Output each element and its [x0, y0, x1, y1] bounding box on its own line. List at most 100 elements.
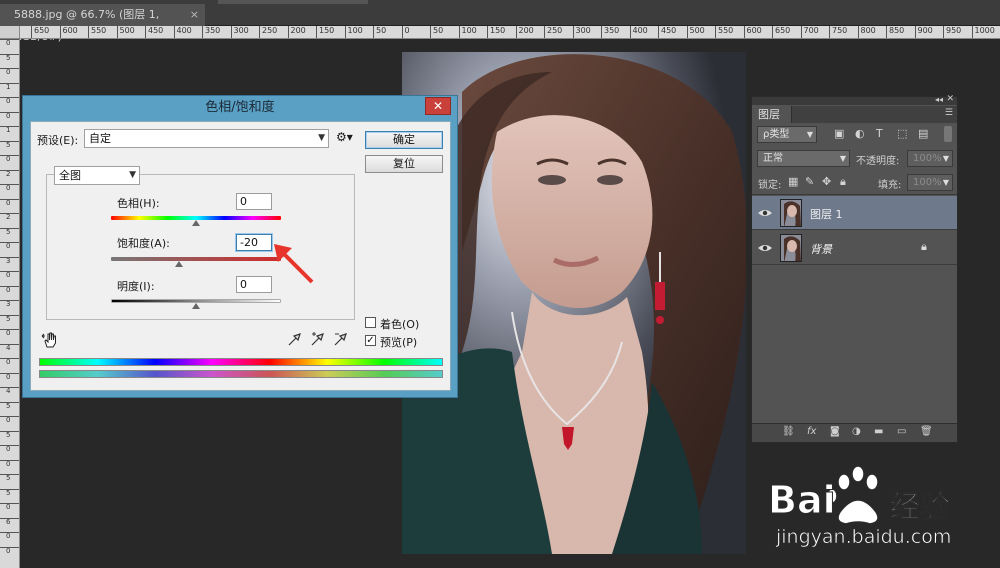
- document-tab-bar: 5888.jpg @ 66.7% (图层 1, RGB/8#) * ×: [0, 0, 1000, 43]
- close-icon[interactable]: ✕: [946, 94, 954, 104]
- blend-mode-select[interactable]: 正常 ▼: [757, 150, 850, 167]
- lock-image-icon[interactable]: ✎: [805, 175, 814, 188]
- ruler-tick-label: 50: [430, 26, 443, 38]
- horizontal-ruler[interactable]: 650 600 550 500 450 400 350 300 250 200 150 100 50 0 5…: [20, 26, 1000, 39]
- hue-input[interactable]: 0: [236, 193, 272, 210]
- ruler-tick-label: 4: [0, 387, 19, 395]
- ruler-tick-label: 100: [458, 26, 477, 38]
- ruler-tick-label: 200: [515, 26, 534, 38]
- filter-pixel-icon[interactable]: ▣: [834, 127, 844, 140]
- ruler-tick-label: 0: [0, 198, 19, 207]
- opacity-value: 100%: [913, 153, 942, 164]
- layer-row-layer-1[interactable]: 图层 1: [752, 196, 957, 230]
- layer-name[interactable]: 图层 1: [810, 206, 843, 222]
- chevron-down-icon: ▼: [129, 170, 136, 180]
- preview-label: 预览(P): [380, 336, 418, 349]
- ruler-tick-label: 0: [0, 155, 19, 163]
- saturation-input[interactable]: -20: [236, 234, 272, 251]
- layer-name[interactable]: 背景: [810, 241, 832, 257]
- ruler-tick-label: 3: [0, 300, 19, 308]
- filter-shape-icon[interactable]: ⬚: [897, 127, 907, 140]
- targeted-adjustment-hand-icon[interactable]: [41, 330, 61, 350]
- adjustment-layer-icon[interactable]: ◑: [852, 426, 861, 437]
- channel-select[interactable]: 全图 ▼: [54, 166, 140, 185]
- eyedropper-minus-icon[interactable]: [333, 331, 349, 347]
- preset-label: 预设(E):: [37, 134, 79, 147]
- visibility-eye-icon[interactable]: [757, 205, 773, 221]
- layer-thumbnail: [780, 234, 802, 262]
- ruler-tick-label: 0: [0, 445, 19, 453]
- ruler-tick-label: 600: [743, 26, 762, 38]
- preview-checkbox[interactable]: ✓: [365, 335, 376, 346]
- ruler-corner: [0, 26, 20, 39]
- hue-slider-thumb[interactable]: [192, 220, 200, 226]
- ruler-tick-label: 5: [0, 430, 19, 439]
- lightness-input[interactable]: 0: [236, 276, 272, 293]
- ruler-tick-label: 550: [88, 26, 106, 38]
- ruler-tick-label: 4: [0, 343, 19, 352]
- channel-value: 全图: [59, 169, 81, 182]
- lock-position-icon[interactable]: ✥: [822, 175, 831, 188]
- ruler-tick-label: 0: [0, 39, 19, 47]
- ruler-tick-label: 0: [0, 97, 19, 105]
- filter-toggle[interactable]: [944, 126, 952, 142]
- ruler-tick-label: 1: [0, 126, 19, 134]
- new-group-folder-icon[interactable]: ▬: [874, 426, 883, 437]
- dialog-body: 预设(E): 自定 ▼ ⚙▾ 确定 复位 全图 ▼ 色相(H): 0 饱和度(A…: [30, 121, 451, 391]
- visibility-eye-icon[interactable]: [757, 240, 773, 256]
- add-mask-icon[interactable]: ◙: [830, 426, 840, 437]
- lightness-slider-thumb[interactable]: [192, 303, 200, 309]
- eyedropper-plus-icon[interactable]: [310, 331, 326, 347]
- fill-value: 100%: [913, 177, 942, 188]
- filter-type-icon[interactable]: T: [876, 127, 883, 140]
- filter-smart-object-icon[interactable]: ▤: [918, 127, 928, 140]
- document-tab[interactable]: 5888.jpg @ 66.7% (图层 1, RGB/8#) * ×: [0, 4, 205, 43]
- reset-button[interactable]: 复位: [365, 155, 443, 173]
- saturation-label: 饱和度(A):: [117, 237, 170, 250]
- colorize-checkbox[interactable]: [365, 317, 376, 328]
- filter-kind-select[interactable]: ρ类型 ▼: [757, 126, 817, 143]
- filter-adjustment-icon[interactable]: ◐: [855, 127, 865, 140]
- saturation-slider-thumb[interactable]: [175, 261, 183, 267]
- collapse-icon[interactable]: ◂◂: [935, 95, 943, 104]
- new-layer-icon[interactable]: ▭: [897, 426, 906, 437]
- ok-button[interactable]: 确定: [365, 131, 443, 149]
- saturation-slider-track[interactable]: [111, 257, 281, 261]
- ruler-tick-label: 5: [0, 474, 19, 482]
- dialog-title: 色相/饱和度: [205, 100, 275, 115]
- eyedropper-icon[interactable]: [287, 331, 303, 347]
- ruler-tick-label: 5: [0, 401, 19, 410]
- brand-jingyan-text: 经验: [890, 490, 951, 526]
- ruler-tick-label: 450: [145, 26, 163, 38]
- opacity-input[interactable]: 100% ▼: [907, 150, 953, 167]
- delete-layer-trash-icon[interactable]: 🗑︎: [920, 426, 933, 437]
- tab-strip-edge: [218, 0, 368, 4]
- ruler-tick-label: 0: [0, 242, 19, 250]
- tab-layers[interactable]: 图层: [752, 106, 792, 123]
- layer-style-fx-icon[interactable]: fx: [807, 426, 816, 437]
- dialog-close-button[interactable]: ✕: [425, 97, 451, 115]
- divider: [752, 194, 957, 195]
- watermark-url: jingyan.baidu.com: [776, 526, 952, 549]
- lock-transparent-icon[interactable]: ▦: [788, 175, 798, 188]
- panel-menu-icon[interactable]: ☰: [945, 108, 953, 118]
- ruler-tick-label: 5: [0, 314, 19, 323]
- chevron-down-icon: ▼: [942, 154, 949, 163]
- ruler-tick-label: 150: [316, 26, 334, 38]
- ruler-tick-label: 50: [373, 26, 386, 38]
- close-tab-icon[interactable]: ×: [190, 4, 199, 26]
- lock-all-icon[interactable]: 🔒︎: [840, 175, 846, 189]
- red-arrow-annotation: [274, 244, 314, 284]
- preset-select[interactable]: 自定 ▼: [84, 129, 329, 148]
- chevron-down-icon: ▼: [839, 154, 846, 163]
- vertical-ruler[interactable]: 0 5 0 1 0 0 1 5 0 2 0 0 2 5 0 3 0 0 3 5 0 4 0 0 4 5 0 5 0 0 5 5 0 6 0 0: [0, 39, 20, 568]
- ruler-tick-label: 250: [544, 26, 562, 38]
- layer-row-background[interactable]: 背景 🔒︎: [752, 231, 957, 265]
- ruler-tick-label: 5: [0, 488, 19, 497]
- ruler-tick-label: 400: [629, 26, 648, 38]
- blend-mode-value: 正常: [763, 153, 783, 164]
- ruler-tick-label: 550: [715, 26, 733, 38]
- link-layers-icon[interactable]: ⛓: [782, 426, 795, 437]
- fill-input[interactable]: 100% ▼: [907, 174, 953, 191]
- preset-options-gear-icon[interactable]: ⚙▾: [336, 130, 353, 144]
